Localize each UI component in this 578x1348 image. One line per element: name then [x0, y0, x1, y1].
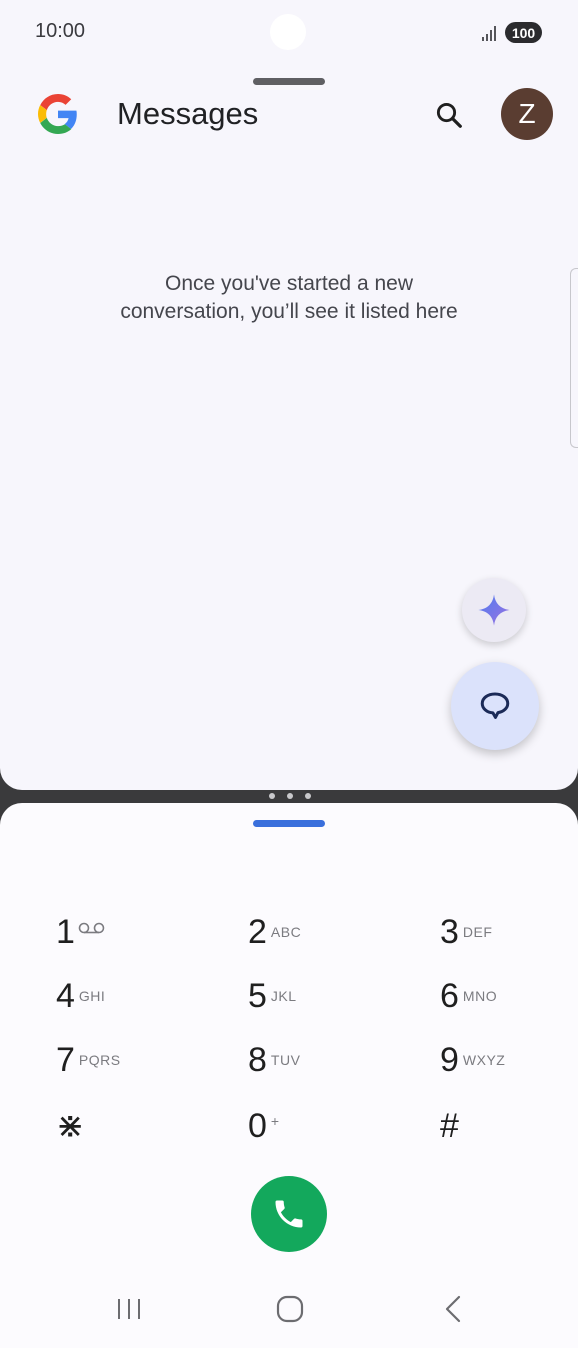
key-digit: # — [440, 1106, 459, 1145]
back-icon — [445, 1295, 461, 1323]
dial-key-7[interactable]: 7 PQRS — [56, 1035, 176, 1085]
camera-cutout — [270, 14, 306, 50]
empty-state-message: Once you've started a new conversation, … — [60, 270, 518, 326]
dial-key-3[interactable]: 3 DEF — [440, 907, 560, 957]
home-icon — [276, 1295, 304, 1323]
recents-icon — [118, 1299, 140, 1319]
key-digit: 3 — [440, 912, 459, 951]
app-title: Messages — [117, 96, 259, 131]
messages-window: 10:00 100 Messages Z Once you've started… — [0, 0, 578, 790]
empty-state-line-1: Once you've started a new — [165, 272, 413, 295]
search-icon — [436, 102, 462, 128]
battery-icon: 100 — [505, 22, 542, 43]
dialer-window: 1 2 ABC 3 DEF 4 GHI 5 JKL 6 MNO 7 PQRS 8… — [0, 803, 578, 1348]
key-digit: 5 — [248, 976, 267, 1015]
key-letters: WXYZ — [462, 1052, 506, 1068]
voicemail-icon — [78, 922, 105, 934]
new-chat-icon — [480, 692, 510, 719]
edge-panel-handle[interactable] — [570, 268, 578, 448]
call-button[interactable] — [251, 1176, 327, 1252]
dial-key-4[interactable]: 4 GHI — [56, 971, 176, 1021]
key-digit: 6 — [440, 976, 459, 1015]
divider-dot — [305, 793, 311, 799]
phone-icon — [275, 1200, 303, 1228]
key-digit: 0 — [248, 1106, 267, 1145]
key-letters: JKL — [270, 988, 297, 1004]
key-digit: 8 — [248, 1040, 267, 1079]
status-time: 10:00 — [35, 20, 86, 42]
navigation-bar — [0, 1279, 578, 1339]
status-bar: 10:00 100 — [0, 0, 578, 62]
dial-key-2[interactable]: 2 ABC — [248, 907, 368, 957]
dialer-drag-handle[interactable] — [253, 820, 325, 827]
dial-key-6[interactable]: 6 MNO — [440, 971, 560, 1021]
back-button[interactable] — [428, 1289, 478, 1329]
key-digit: 1 — [56, 912, 75, 951]
home-button[interactable] — [265, 1289, 315, 1329]
key-digit: 2 — [248, 912, 267, 951]
window-drag-handle[interactable] — [253, 78, 325, 85]
key-digit: 4 — [56, 976, 75, 1015]
dial-key-8[interactable]: 8 TUV — [248, 1035, 368, 1085]
empty-state-line-2: conversation, you’ll see it listed here — [120, 300, 458, 323]
signal-icon — [482, 26, 496, 41]
key-letters: DEF — [462, 924, 493, 940]
ai-assistant-button[interactable] — [462, 578, 526, 642]
key-letters: MNO — [462, 988, 498, 1004]
avatar[interactable]: Z — [501, 88, 553, 140]
search-button[interactable] — [428, 94, 470, 136]
divider-dot — [269, 793, 275, 799]
key-digit: ⋇ — [56, 1107, 85, 1145]
divider-dot — [287, 793, 293, 799]
key-letters: ABC — [270, 924, 302, 940]
dial-key-0[interactable]: 0 + — [248, 1101, 368, 1151]
recents-button[interactable] — [104, 1289, 154, 1329]
key-letters: GHI — [78, 988, 106, 1004]
key-letters: + — [270, 1113, 280, 1129]
key-letters: PQRS — [78, 1052, 121, 1068]
split-view-divider[interactable] — [269, 792, 311, 800]
dial-key-5[interactable]: 5 JKL — [248, 971, 368, 1021]
sparkle-icon — [478, 594, 510, 626]
dial-key-star[interactable]: ⋇ — [56, 1101, 176, 1151]
start-chat-button[interactable] — [451, 662, 539, 750]
key-digit: 9 — [440, 1040, 459, 1079]
dial-key-9[interactable]: 9 WXYZ — [440, 1035, 560, 1085]
key-digit: 7 — [56, 1040, 75, 1079]
google-logo-icon — [38, 94, 77, 134]
key-letters: TUV — [270, 1052, 301, 1068]
dial-key-hash[interactable]: # — [440, 1101, 560, 1151]
dial-key-1[interactable]: 1 — [56, 907, 176, 957]
